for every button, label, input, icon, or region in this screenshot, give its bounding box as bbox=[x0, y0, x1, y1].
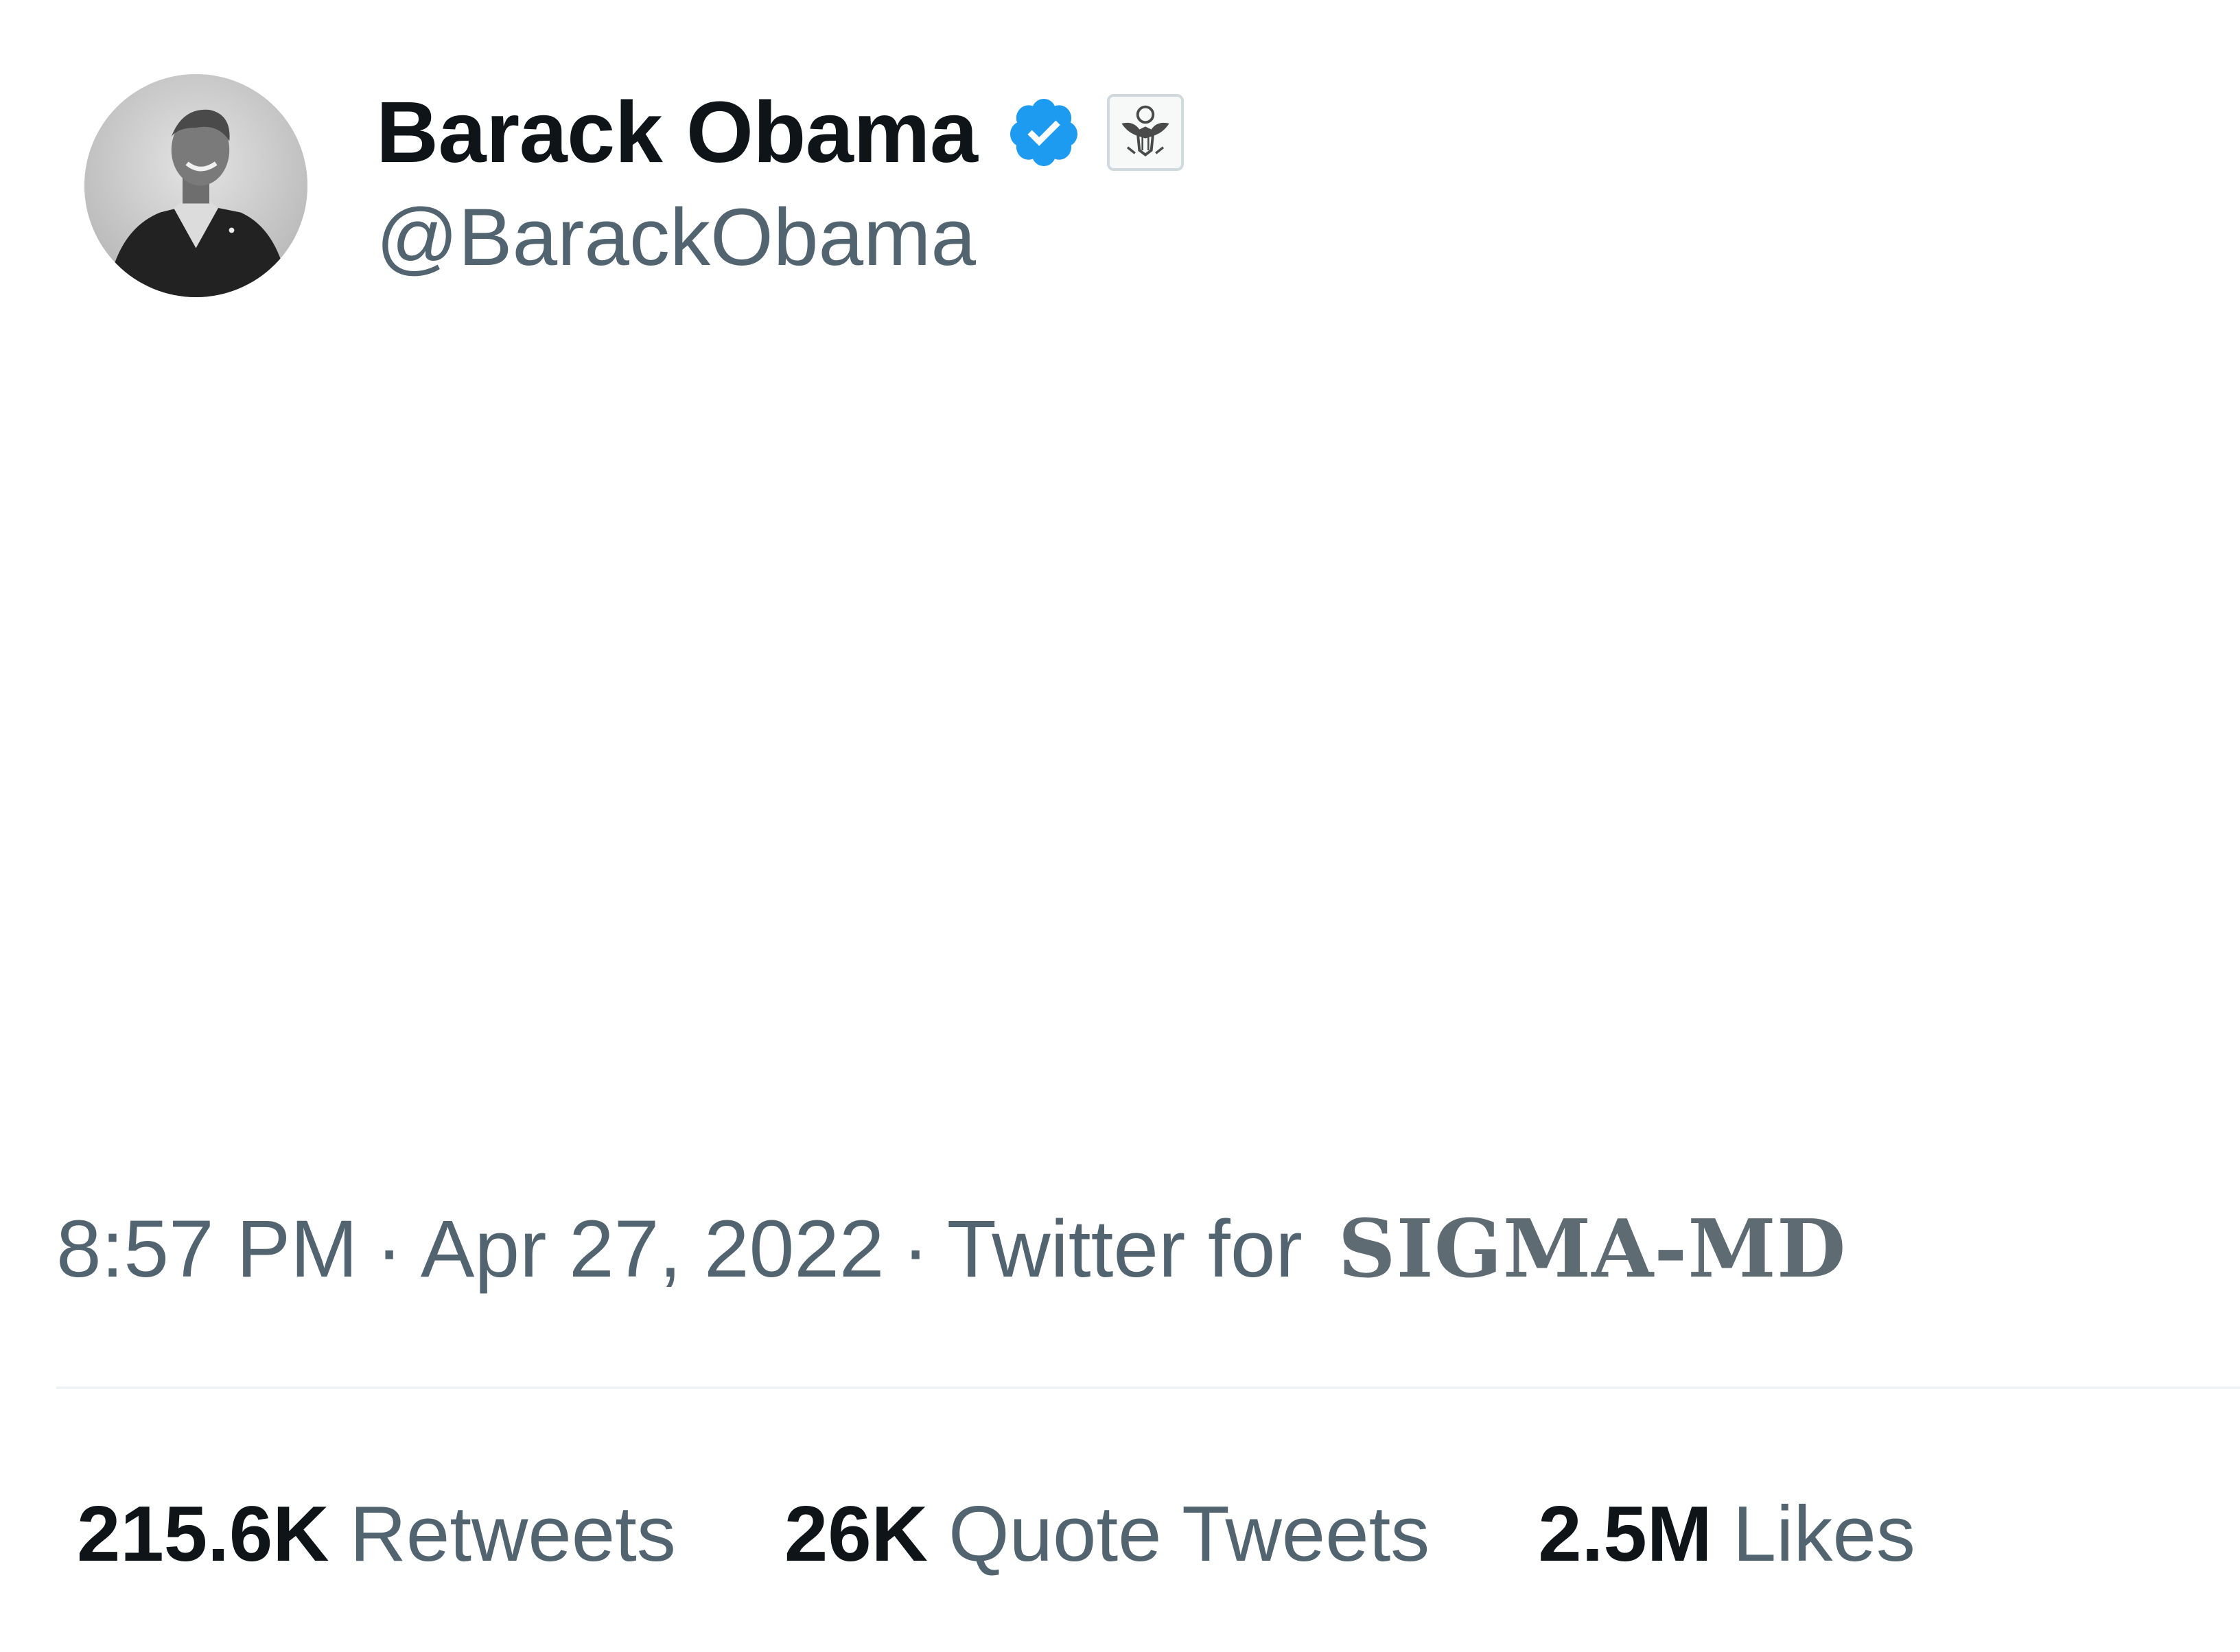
avatar[interactable] bbox=[84, 74, 307, 297]
handle[interactable]: @BarackObama bbox=[376, 189, 1184, 286]
meta-separator: · bbox=[902, 1204, 929, 1294]
likes-count: 2.5M bbox=[1538, 1490, 1712, 1578]
display-name[interactable]: Barack Obama bbox=[376, 81, 978, 184]
name-row: Barack Obama bbox=[376, 81, 1184, 184]
tweet-time[interactable]: 8:57 PM bbox=[56, 1202, 358, 1296]
verified-checkmark-icon[interactable] bbox=[1005, 94, 1082, 171]
retweets-label: Retweets bbox=[349, 1490, 676, 1578]
meta-separator: · bbox=[375, 1204, 403, 1294]
tweet-date[interactable]: Apr 27, 2022 bbox=[421, 1202, 885, 1296]
quote-tweets-count: 26K bbox=[784, 1490, 928, 1578]
tweet-meta: 8:57 PM · Apr 27, 2022 · Twitter for SIG… bbox=[56, 1198, 1846, 1301]
source-name[interactable]: SIGMA-MD bbox=[1338, 1202, 1847, 1296]
retweets-count: 215.6K bbox=[77, 1490, 329, 1578]
retweets-stat[interactable]: 215.6K Retweets bbox=[77, 1489, 676, 1579]
likes-label: Likes bbox=[1732, 1490, 1915, 1578]
author-block: Barack Obama @BarackObama bbox=[376, 81, 1184, 286]
quote-tweets-label: Quote Tweets bbox=[948, 1490, 1430, 1578]
tweet-detail: Barack Obama @BarackObama 8:57 PM · Apr … bbox=[0, 0, 2240, 1652]
divider bbox=[56, 1386, 2240, 1389]
likes-stat[interactable]: 2.5M Likes bbox=[1538, 1489, 1915, 1579]
source-prefix: Twitter for bbox=[946, 1204, 1303, 1294]
us-government-seal-icon[interactable] bbox=[1106, 94, 1184, 171]
profile-photo-icon bbox=[84, 74, 307, 297]
engagement-stats: 215.6K Retweets 26K Quote Tweets 2.5M Li… bbox=[77, 1482, 1915, 1585]
quote-tweets-stat[interactable]: 26K Quote Tweets bbox=[784, 1489, 1430, 1579]
